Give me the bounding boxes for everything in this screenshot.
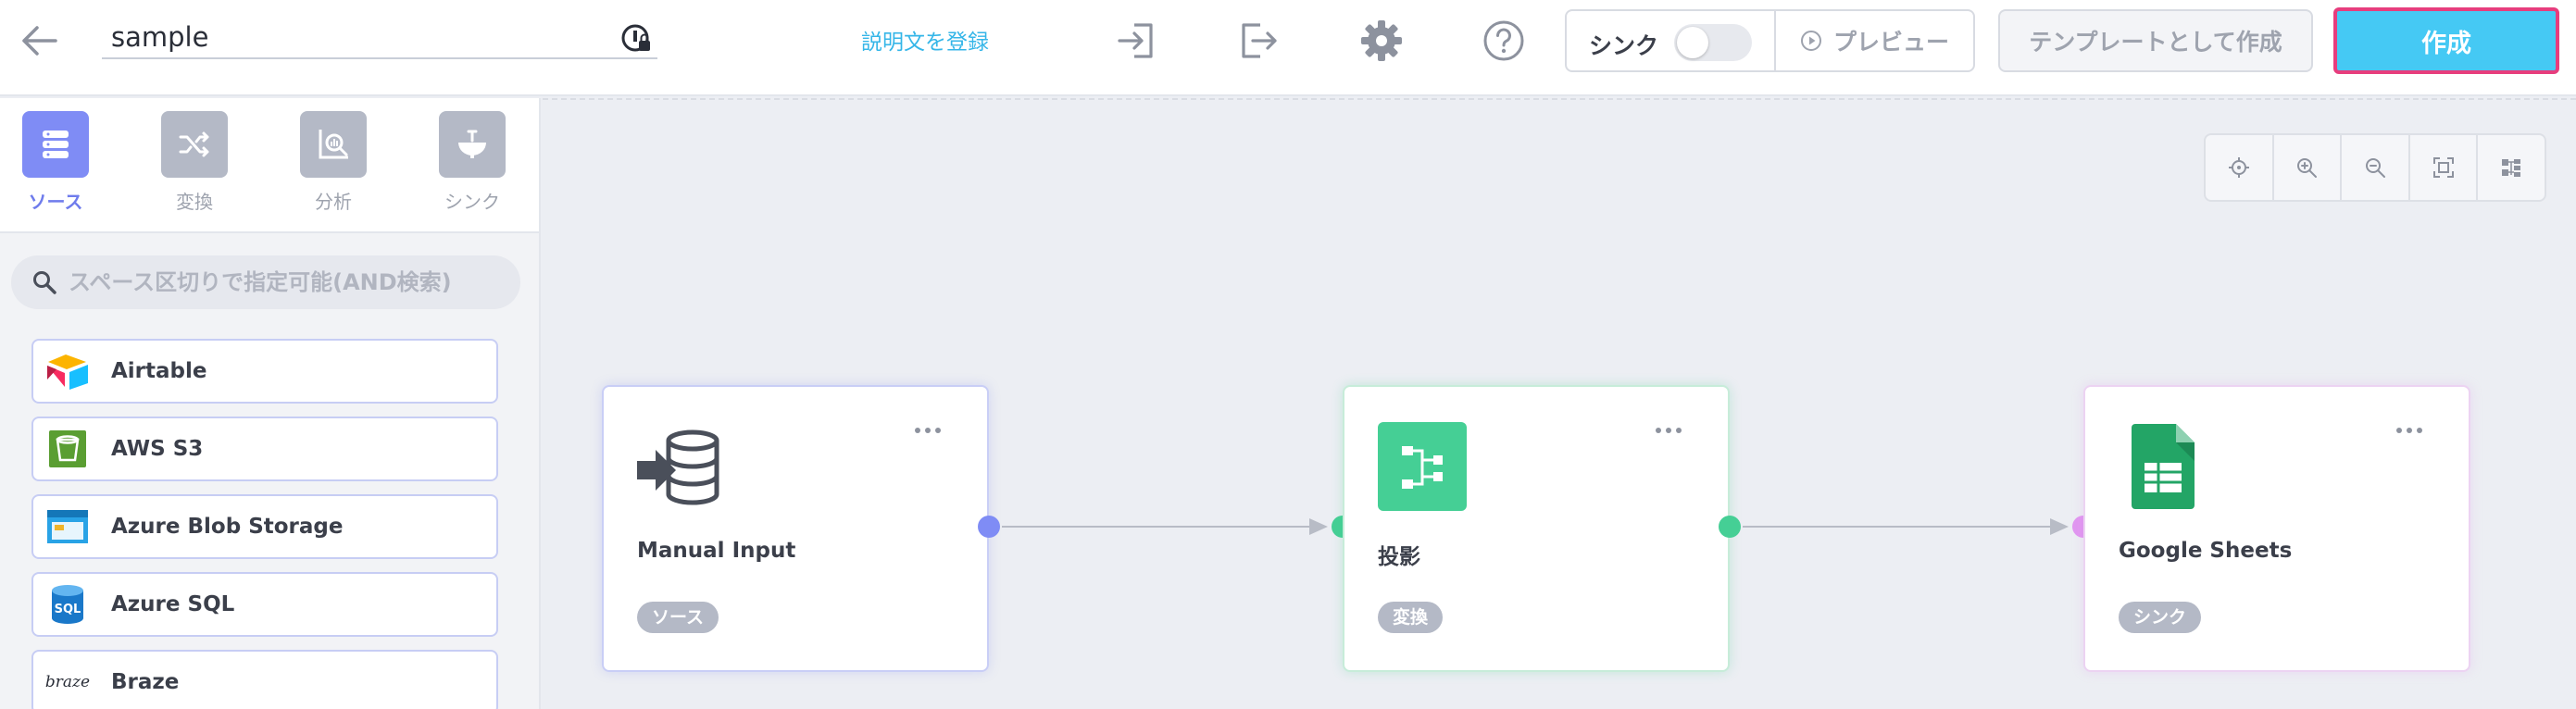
airtable-icon [44, 348, 91, 394]
layout-icon [2502, 159, 2521, 177]
create-as-template-button[interactable]: テンプレートとして作成 [1998, 9, 2313, 72]
zoom-in-icon [2297, 158, 2318, 178]
tab-transform-label: 変換 [176, 191, 213, 213]
canvas-controls [2204, 133, 2546, 202]
sink-icon [439, 111, 506, 178]
list-item-label: Airtable [111, 359, 207, 383]
search-input[interactable] [69, 269, 494, 295]
fit-screen-button[interactable] [2410, 135, 2479, 200]
shuffle-icon [161, 111, 228, 178]
crosshair-icon [2228, 157, 2249, 178]
connector-list: Airtable AWS S3 Azure Blob Storage SQL A… [31, 339, 498, 709]
arrow-left-icon [22, 26, 57, 56]
zoom-in-button[interactable] [2274, 135, 2343, 200]
node-title: 投影 [1378, 545, 1420, 569]
tab-source[interactable]: ソース [2, 111, 113, 222]
list-item-label: Braze [111, 670, 180, 694]
node-manual-input[interactable]: Manual Input ソース [602, 385, 989, 672]
node-type-badge: ソース [637, 602, 719, 633]
back-button[interactable] [13, 15, 65, 67]
import-button[interactable] [1109, 13, 1165, 68]
list-item-label: Azure SQL [111, 592, 235, 616]
import-icon [1118, 23, 1153, 58]
node-menu-button[interactable] [915, 424, 952, 437]
connector-search[interactable] [11, 255, 520, 309]
tab-sink[interactable]: シンク [419, 111, 530, 222]
zoom-out-icon [2365, 158, 2385, 178]
node-type-badge: 変換 [1378, 602, 1444, 633]
help-button[interactable] [1476, 13, 1532, 68]
tab-sink-label: シンク [444, 191, 500, 213]
search-icon [33, 271, 56, 294]
top-bar: 説明文を登録 [0, 0, 2576, 96]
edge-source-transform [1002, 518, 1328, 535]
node-google-sheets[interactable]: Google Sheets シンク [2083, 385, 2470, 672]
tab-analysis[interactable]: 分析 [280, 111, 391, 222]
sidebar: ソース 変換 分析 シンク スペース区切りで指定可能(AND検索) Airtab… [0, 98, 541, 709]
azure-sql-icon: SQL [44, 581, 91, 628]
node-type-badge: シンク [2119, 602, 2202, 633]
list-item-azure-sql[interactable]: SQL Azure SQL [31, 572, 498, 637]
braze-logo-text: braze [44, 673, 91, 691]
svg-text:SQL: SQL [55, 603, 81, 616]
list-item-label: Azure Blob Storage [111, 515, 344, 539]
braze-icon: braze [44, 659, 91, 705]
aws-s3-icon [44, 426, 91, 472]
list-item-airtable[interactable]: Airtable [31, 339, 498, 404]
auto-layout-button[interactable] [2478, 135, 2545, 200]
node-projection[interactable]: 投影 変換 [1343, 385, 1730, 672]
register-description-link[interactable]: 説明文を登録 [861, 24, 989, 56]
node-output-port[interactable] [1719, 516, 1741, 538]
analysis-icon [300, 111, 367, 178]
tab-analysis-label: 分析 [315, 191, 352, 213]
projection-icon [1378, 422, 1467, 511]
pipeline-name-field[interactable] [102, 17, 657, 59]
list-item-braze[interactable]: braze Braze [31, 650, 498, 709]
node-title: Google Sheets [2119, 539, 2293, 563]
preview-label: プレビュー [1832, 29, 1949, 56]
list-item-azure-blob-storage[interactable]: Azure Blob Storage [31, 494, 498, 559]
list-item-label: AWS S3 [111, 437, 204, 461]
help-icon [1483, 20, 1524, 61]
node-title: Manual Input [637, 539, 796, 563]
node-output-port[interactable] [978, 516, 1000, 538]
info-lock-icon[interactable] [620, 22, 654, 56]
export-button[interactable] [1230, 13, 1285, 68]
sync-label: シンク [1589, 32, 1659, 59]
google-sheets-icon [2132, 424, 2195, 509]
gear-icon [1361, 20, 1402, 61]
list-item-aws-s3[interactable]: AWS S3 [31, 417, 498, 481]
pipeline-canvas[interactable]: Manual Input ソース 投影 変換 Google Sheets シンク [543, 98, 2576, 709]
create-button[interactable]: 作成 [2333, 7, 2559, 74]
settings-button[interactable] [1354, 13, 1409, 68]
sidebar-tabs: ソース 変換 分析 シンク [0, 98, 539, 233]
azure-blob-icon [44, 504, 91, 550]
sync-preview-group: シンク プレビュー [1565, 9, 1975, 72]
manual-input-icon [637, 429, 719, 505]
play-circle-icon [1800, 31, 1821, 51]
database-icon [22, 111, 89, 178]
pipeline-name-input[interactable] [111, 19, 593, 56]
preview-button[interactable]: プレビュー [1776, 11, 1973, 70]
export-icon [1242, 23, 1277, 58]
fit-screen-icon [2432, 157, 2454, 178]
sync-toggle[interactable] [1674, 24, 1752, 61]
center-button[interactable] [2206, 135, 2274, 200]
toggle-knob [1677, 27, 1708, 58]
tab-transform[interactable]: 変換 [141, 111, 252, 222]
node-menu-button[interactable] [1656, 424, 1693, 437]
zoom-out-button[interactable] [2342, 135, 2410, 200]
edge-transform-sink [1743, 518, 2069, 535]
tab-source-label: ソース [28, 191, 83, 213]
node-menu-button[interactable] [2396, 424, 2433, 437]
